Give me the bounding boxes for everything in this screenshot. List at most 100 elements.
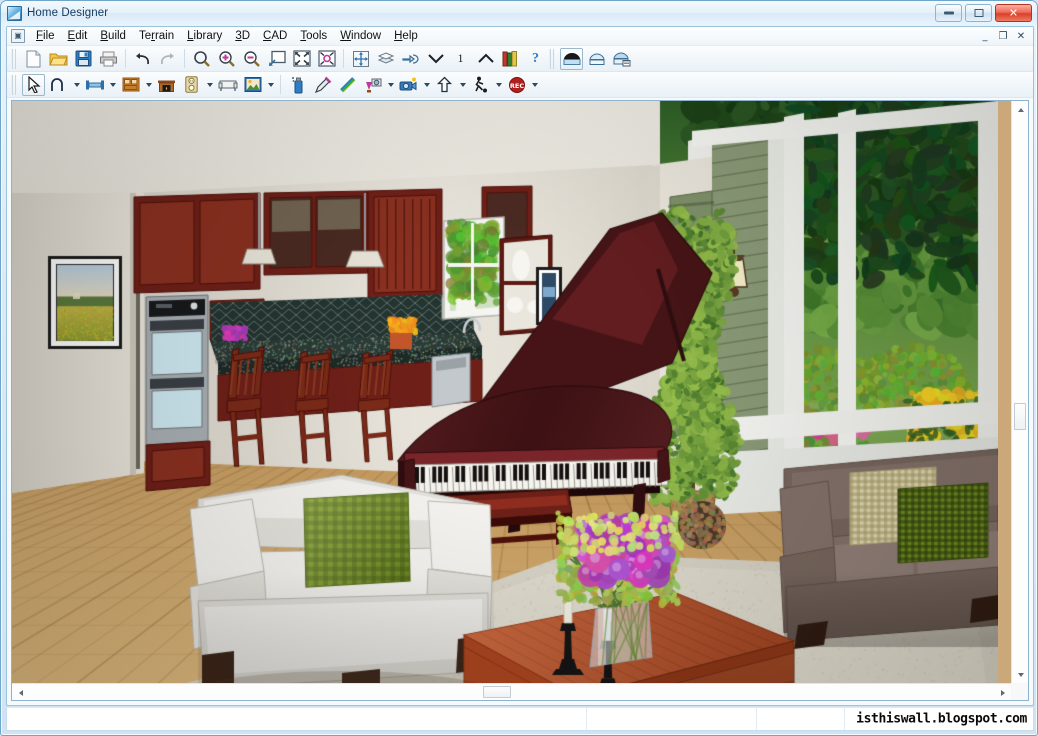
tools-toolbar: REC xyxy=(7,72,1033,98)
maximize-icon xyxy=(974,9,983,17)
menu-item-build[interactable]: Build xyxy=(94,29,132,43)
fit-all-icon[interactable] xyxy=(290,48,313,70)
mdi-restore-button[interactable]: ❐ xyxy=(995,29,1011,44)
picture-frame-dropdown[interactable] xyxy=(265,74,276,96)
zoom-in-icon[interactable] xyxy=(215,48,238,70)
toolbar-separator xyxy=(184,49,185,68)
application-window: Home Designer ✕ ▣ File Edit Build Terrai… xyxy=(0,0,1038,736)
toolbar-separator xyxy=(280,75,281,94)
cabinet-tool-icon[interactable] xyxy=(119,74,142,96)
toolbar-separator xyxy=(343,49,344,68)
eyedropper-icon[interactable] xyxy=(311,74,334,96)
window-controls: ✕ xyxy=(935,4,1032,22)
up-chevron-icon[interactable] xyxy=(474,48,497,70)
center-target-icon[interactable] xyxy=(315,48,338,70)
fireplace-tool-icon[interactable] xyxy=(155,74,178,96)
scroll-right-arrow[interactable] xyxy=(994,684,1011,701)
outlet-electrical-icon[interactable] xyxy=(180,74,203,96)
floor-up-down-icon[interactable] xyxy=(374,48,397,70)
menu-item-edit[interactable]: Edit xyxy=(62,29,94,43)
curve-line-dropdown[interactable] xyxy=(71,74,82,96)
menu-item-file[interactable]: File xyxy=(30,29,61,43)
menu-item-window[interactable]: Window xyxy=(334,29,387,43)
scroll-up-arrow[interactable] xyxy=(1012,101,1029,118)
cabinet-tool-dropdown[interactable] xyxy=(143,74,154,96)
status-pane-d: isthiswall.blogspot.com xyxy=(845,708,1033,730)
mdi-minimize-button[interactable]: _ xyxy=(977,29,993,44)
title-bar: Home Designer ✕ xyxy=(1,1,1037,25)
wall-tool-icon[interactable] xyxy=(83,74,106,96)
watermark-text: isthiswall.blogspot.com xyxy=(856,711,1027,727)
status-pane-c xyxy=(757,708,845,730)
svg-text:REC: REC xyxy=(509,82,523,90)
camera-tool-dropdown[interactable] xyxy=(421,74,432,96)
vertical-scrollbar[interactable] xyxy=(1011,101,1028,683)
close-button[interactable]: ✕ xyxy=(995,4,1032,22)
rainbow-blend-icon[interactable] xyxy=(336,74,359,96)
menu-bar: ▣ File Edit Build Terrain Library 3D CAD… xyxy=(7,27,1033,46)
mdi-window-controls: _ ❐ ✕ xyxy=(977,29,1029,44)
menu-item-cad[interactable]: CAD xyxy=(257,29,293,43)
mdi-client-frame: ▣ File Edit Build Terrain Library 3D CAD… xyxy=(6,26,1034,706)
walkthrough-icon[interactable] xyxy=(469,74,492,96)
up-arrow-dropdown[interactable] xyxy=(457,74,468,96)
toolbar-separator xyxy=(125,49,126,68)
document-system-icon[interactable]: ▣ xyxy=(11,29,25,43)
record-rec-icon[interactable]: REC xyxy=(505,74,528,96)
menu-item-help[interactable]: Help xyxy=(388,29,424,43)
furniture-tool-icon[interactable] xyxy=(216,74,239,96)
menu-item-3d[interactable]: 3D xyxy=(229,29,256,43)
vertical-scroll-thumb[interactable] xyxy=(1014,402,1026,431)
window-title: Home Designer xyxy=(27,7,109,19)
floor-number-icon[interactable]: 1 xyxy=(449,48,472,70)
library-books-icon[interactable] xyxy=(499,48,522,70)
redo-arrow-icon[interactable] xyxy=(156,48,179,70)
close-icon: ✕ xyxy=(1008,6,1019,20)
menu-item-tools[interactable]: Tools xyxy=(294,29,333,43)
new-document-icon[interactable] xyxy=(22,48,45,70)
picture-frame-icon[interactable] xyxy=(241,74,264,96)
fill-window-icon[interactable] xyxy=(265,48,288,70)
zoom-out-icon[interactable] xyxy=(240,48,263,70)
status-message-pane xyxy=(7,708,587,730)
toolbar-grip[interactable] xyxy=(11,48,18,69)
house-doll-icon[interactable] xyxy=(610,48,633,70)
toolbar-grip[interactable] xyxy=(549,48,556,69)
walkthrough-dropdown[interactable] xyxy=(493,74,504,96)
menu-item-terrain[interactable]: Terrain xyxy=(133,29,180,43)
menu-item-library[interactable]: Library xyxy=(181,29,228,43)
hand-point-icon[interactable] xyxy=(399,48,422,70)
horizontal-scroll-thumb[interactable] xyxy=(482,686,512,698)
standard-toolbar: 1 ? xyxy=(7,46,1033,72)
plant-camera-dropdown[interactable] xyxy=(385,74,396,96)
minimize-button[interactable] xyxy=(935,4,962,22)
up-arrow-tool-icon[interactable] xyxy=(433,74,456,96)
spray-can-icon[interactable] xyxy=(286,74,309,96)
3d-perspective-render[interactable] xyxy=(12,101,1011,683)
house-overview-icon[interactable] xyxy=(585,48,608,70)
help-question-icon[interactable]: ? xyxy=(524,48,547,70)
curve-line-icon[interactable] xyxy=(47,74,70,96)
mdi-close-button[interactable]: ✕ xyxy=(1013,29,1029,44)
minimize-icon xyxy=(943,11,954,15)
scroll-down-arrow[interactable] xyxy=(1012,666,1029,683)
horizontal-scrollbar[interactable] xyxy=(12,683,1011,700)
save-disk-icon[interactable] xyxy=(72,48,95,70)
scroll-left-arrow[interactable] xyxy=(12,684,29,701)
toolbar-grip[interactable] xyxy=(11,74,18,95)
pan-move-icon[interactable] xyxy=(349,48,372,70)
status-bar: isthiswall.blogspot.com xyxy=(6,707,1034,731)
zoom-magnifier-icon[interactable] xyxy=(190,48,213,70)
record-rec-dropdown[interactable] xyxy=(529,74,540,96)
wall-tool-dropdown[interactable] xyxy=(107,74,118,96)
select-arrow-icon[interactable] xyxy=(22,73,45,96)
camera-tool-icon[interactable] xyxy=(397,74,420,96)
outlet-electrical-dropdown[interactable] xyxy=(204,74,215,96)
down-chevron-icon[interactable] xyxy=(424,48,447,70)
printer-icon[interactable] xyxy=(97,48,120,70)
camera-full-view-icon[interactable] xyxy=(560,47,583,70)
undo-arrow-icon[interactable] xyxy=(131,48,154,70)
plant-camera-icon[interactable] xyxy=(361,74,384,96)
open-folder-icon[interactable] xyxy=(47,48,70,70)
maximize-button[interactable] xyxy=(965,4,992,22)
